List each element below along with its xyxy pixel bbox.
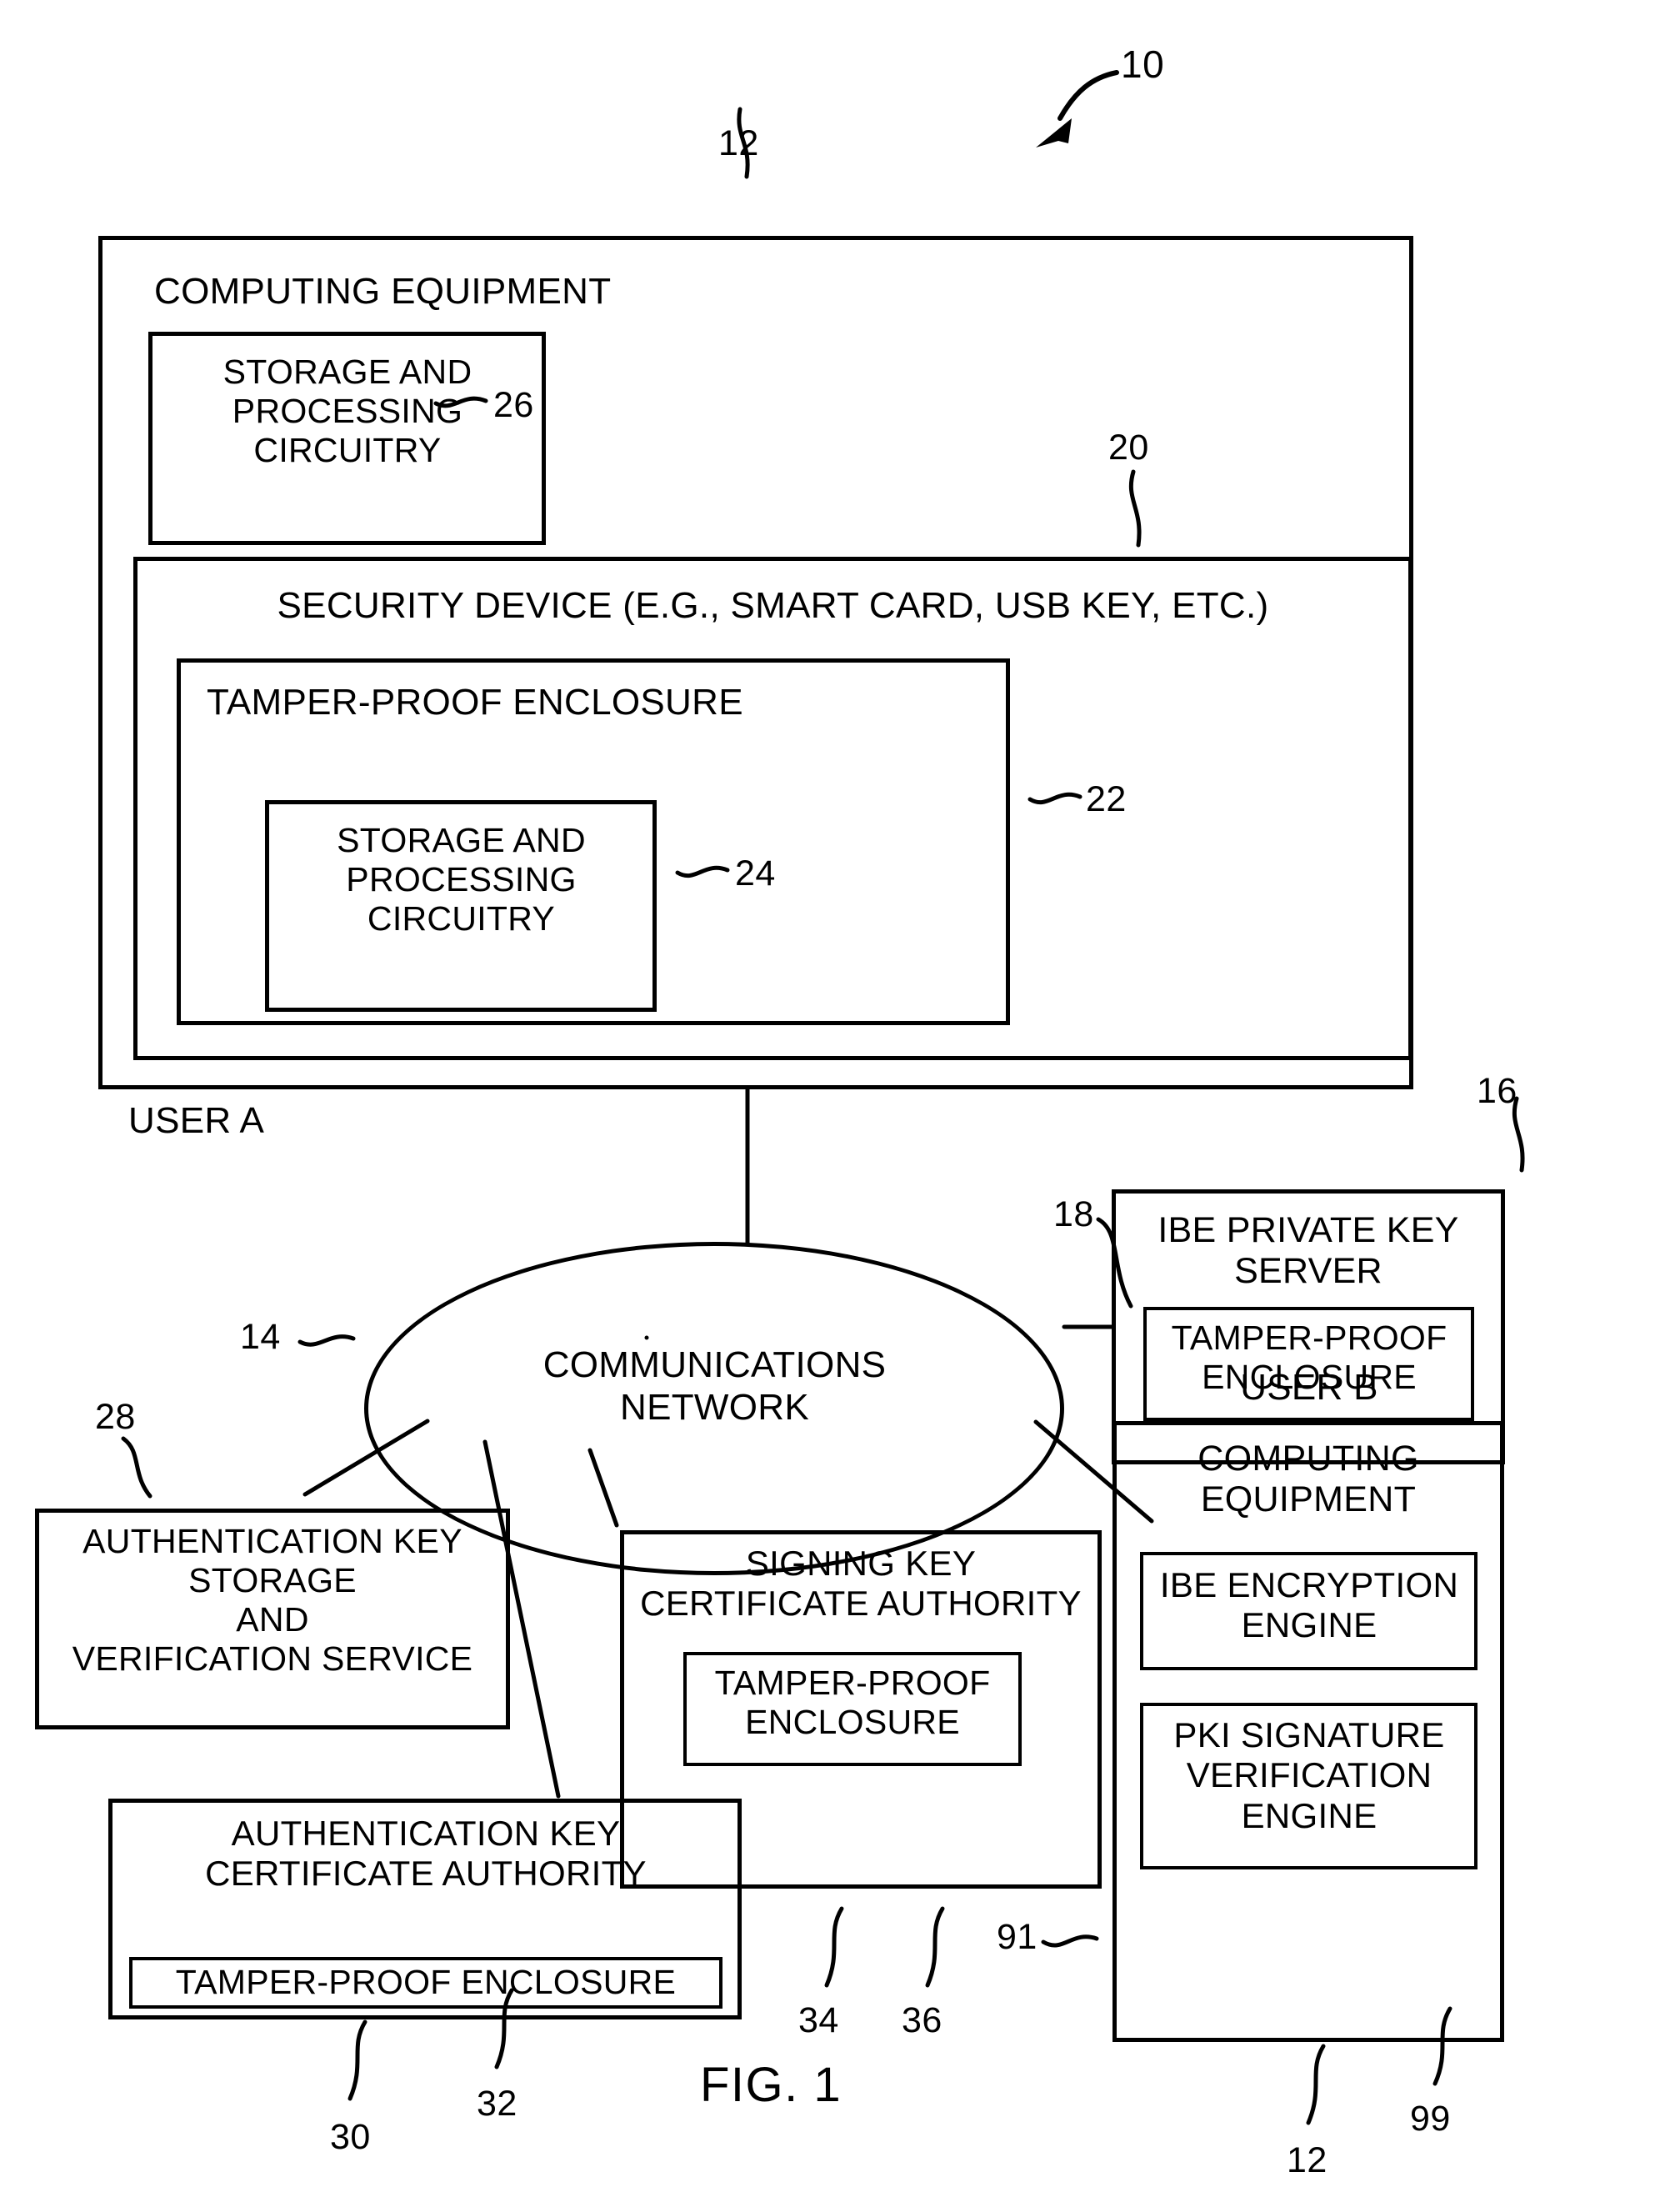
signing-key-certificate-authority-tamper-proof-enclosure-label: TAMPER-PROOF ENCLOSURE [714, 1664, 991, 1742]
security-device-title: SECURITY DEVICE (E.G., SMART CARD, USB K… [277, 585, 1269, 626]
ref-91: 91 [997, 1917, 1038, 1957]
ref-34: 34 [798, 2000, 839, 2040]
ibe-encryption-engine-label: IBE ENCRYPTION ENGINE [1159, 1565, 1459, 1645]
user-b-computing-equipment-title: COMPUTING EQUIPMENT [1198, 1439, 1419, 1520]
figure-caption: FIG. 1 [700, 2058, 842, 2112]
leader-10 [1058, 70, 1119, 121]
ref-10-system: 10 [1121, 43, 1165, 86]
ref-16: 16 [1477, 1071, 1518, 1111]
communications-network-label: COMMUNICATIONS NETWORK [542, 1344, 887, 1428]
ibe-private-key-server-title: IBE PRIVATE KEY SERVER [1158, 1210, 1459, 1292]
leader-34 [824, 1906, 844, 1988]
ref-14: 14 [240, 1317, 281, 1357]
leader-36 [925, 1906, 945, 1988]
ref-22: 22 [1086, 779, 1127, 819]
ref-32: 32 [477, 2084, 518, 2124]
arrowhead-10 [1036, 118, 1072, 148]
leader-12-userb [1306, 2044, 1326, 2125]
ref-12-user-b: 12 [1287, 2140, 1328, 2180]
authentication-key-certificate-authority-tamper-proof-enclosure-label: TAMPER-PROOF ENCLOSURE [175, 1963, 677, 2001]
patent-figure-1: COMPUTING EQUIPMENT 12 STORAGE AND PROCE… [0, 0, 1675, 2212]
user-a-computing-equipment-title: COMPUTING EQUIPMENT [154, 271, 612, 312]
ref-18: 18 [1053, 1194, 1094, 1234]
leader-14 [298, 1334, 356, 1347]
leader-30 [348, 2019, 368, 2101]
ref-12-user-a: 12 [718, 123, 759, 163]
ref-99: 99 [1410, 2099, 1451, 2139]
ref-26: 26 [493, 385, 534, 425]
leader-91 [1041, 1934, 1099, 1948]
leader-28 [121, 1436, 152, 1499]
security-device-storage-processing-circuitry-label: STORAGE AND PROCESSING CIRCUITRY [337, 821, 586, 938]
ref-28: 28 [95, 1397, 136, 1437]
security-device-tamper-proof-enclosure-title: TAMPER-PROOF ENCLOSURE [207, 682, 743, 723]
user-b-label: USER B [1240, 1367, 1378, 1408]
ref-24: 24 [735, 853, 776, 893]
signing-key-certificate-authority-title: SIGNING KEY CERTIFICATE AUTHORITY [640, 1544, 1082, 1624]
ref-36: 36 [902, 2000, 942, 2040]
authentication-key-storage-verification-service-label: AUTHENTICATION KEY STORAGE AND VERIFICAT… [72, 1522, 473, 1679]
pki-signature-verification-engine-label: PKI SIGNATURE VERIFICATION ENGINE [1173, 1715, 1445, 1835]
ref-30: 30 [330, 2117, 371, 2157]
ref-20: 20 [1108, 428, 1149, 468]
user-a-storage-processing-circuitry-label: STORAGE AND PROCESSING CIRCUITRY [222, 353, 472, 470]
user-a-label: USER A [128, 1100, 265, 1141]
